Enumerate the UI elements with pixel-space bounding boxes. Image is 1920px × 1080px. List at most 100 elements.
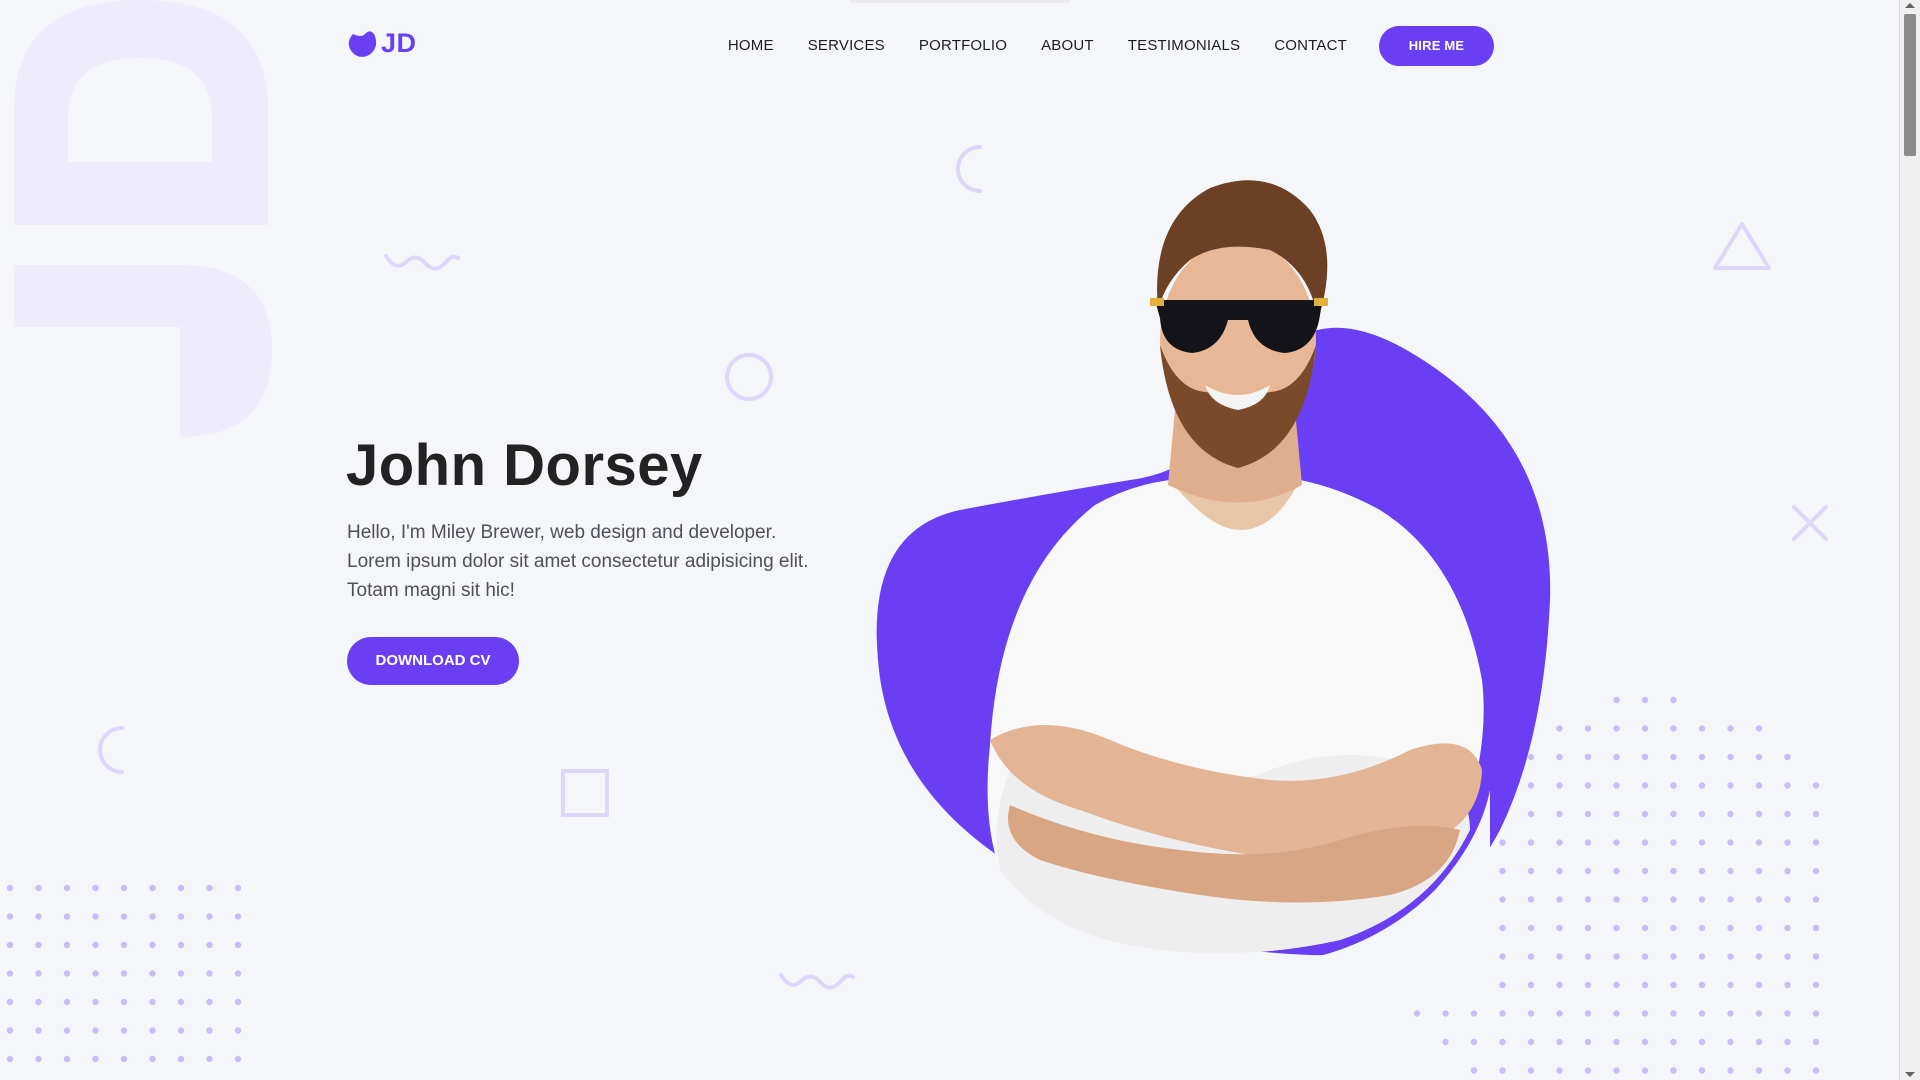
arc-icon [98,726,124,774]
dot [1812,867,1820,875]
dot [35,970,42,977]
dot [1584,924,1592,932]
dot [1584,753,1592,761]
dot [1727,981,1734,989]
dot [1812,782,1820,789]
dot [1698,1067,1706,1074]
dot [1613,896,1620,903]
dot [1755,953,1763,960]
dot [1613,1067,1620,1074]
dot [177,970,185,977]
dot [1698,782,1706,789]
dot [1812,1010,1820,1017]
dot [1413,1010,1421,1017]
dot [1641,839,1649,846]
dot [1613,1010,1620,1017]
dot [1670,839,1677,846]
dot [1698,896,1706,903]
dot [1584,953,1592,960]
dot [1556,1010,1563,1017]
dot [1613,725,1620,732]
logo[interactable]: JD [347,28,417,59]
scroll-up-icon[interactable] [1905,3,1915,8]
download-cv-button[interactable]: DOWNLOAD CV [347,637,519,685]
dot [1613,867,1620,875]
dot [1812,1038,1820,1046]
wave-icon [384,254,460,271]
dot [1784,924,1791,932]
dot [1670,896,1677,903]
nav-item-portfolio[interactable]: PORTFOLIO [919,29,1007,63]
page: JD HOME SERVICES PORTFOLIO ABOUT TESTIMO… [0,0,1920,1080]
dot [1613,753,1620,761]
dot [1641,696,1649,704]
dot [1584,1038,1592,1046]
dot [92,1027,99,1034]
dot [1442,1038,1449,1046]
dot [63,884,71,892]
scroll-thumb[interactable] [1904,14,1916,156]
dot [1784,782,1791,789]
dot [1812,981,1820,989]
dot [1698,867,1706,875]
nav-item-contact[interactable]: CONTACT [1274,29,1347,63]
dot [1641,753,1649,761]
dot [1727,924,1734,932]
dot [1670,981,1677,989]
scroll-down-icon[interactable] [1905,1072,1915,1077]
dot [177,1055,185,1063]
dot [35,1055,42,1063]
dot [1670,810,1677,818]
dot [1584,1067,1592,1074]
dot [1727,753,1734,761]
dot [1784,1038,1791,1046]
nav-item-services[interactable]: SERVICES [808,29,885,63]
dot [6,998,14,1006]
dot [1670,1038,1677,1046]
dot [1784,867,1791,875]
dot [35,913,42,920]
dot [1613,810,1620,818]
dot [1784,810,1791,818]
dot [1698,839,1706,846]
dot [1755,725,1763,732]
dot [1812,924,1820,932]
dot [1784,896,1791,903]
dot [1812,896,1820,903]
dot [35,1027,42,1034]
dot [92,913,99,920]
dot [35,884,42,892]
dot [1727,782,1734,789]
dot [234,884,242,892]
dot [1812,1067,1820,1074]
main-nav: HOME SERVICES PORTFOLIO ABOUT TESTIMONIA… [694,26,1494,66]
dot [1755,1038,1763,1046]
dot [120,884,128,892]
dot [1727,896,1734,903]
dot [206,941,213,949]
dot [1812,810,1820,818]
dot [1499,1067,1506,1074]
dot [63,998,71,1006]
dot [1470,1010,1478,1017]
dot [1670,1010,1677,1017]
dot [206,970,213,977]
dot [1499,1010,1506,1017]
dot [1613,782,1620,789]
hire-me-button[interactable]: HIRE ME [1379,26,1494,66]
nav-item-about[interactable]: ABOUT [1041,29,1094,63]
dot [1698,924,1706,932]
dot [1613,981,1620,989]
leaf-blob-icon [348,30,377,57]
dot [1755,1010,1763,1017]
dot [1584,810,1592,818]
page-scrollbar[interactable] [1899,0,1920,1080]
nav-item-home[interactable]: HOME [728,29,774,63]
nav-item-testimonials[interactable]: TESTIMONIALS [1128,29,1240,63]
dot [1670,1067,1677,1074]
dot [1613,924,1620,932]
dot [92,1055,99,1063]
dot [1584,981,1592,989]
hero-portrait [876,180,1551,990]
dot [1812,953,1820,960]
